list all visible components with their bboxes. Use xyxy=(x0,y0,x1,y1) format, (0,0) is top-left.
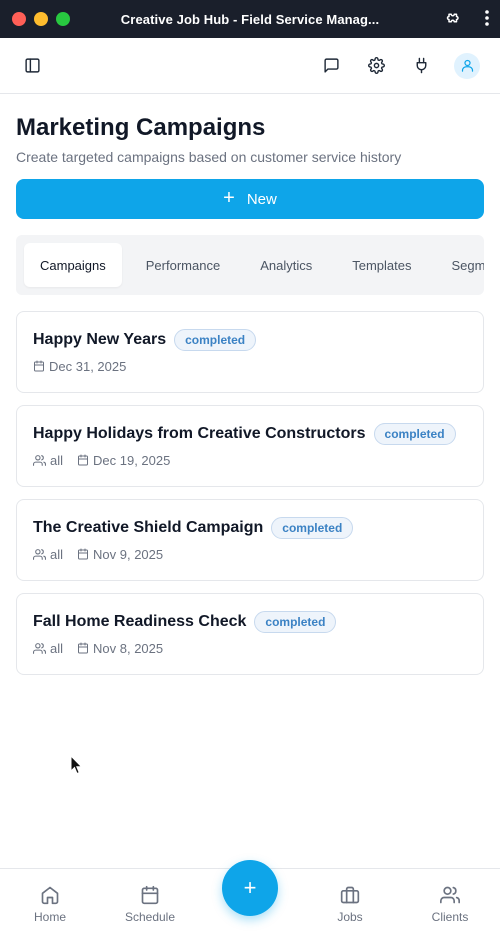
mouse-cursor-icon xyxy=(70,755,83,775)
tab-analytics[interactable]: Analytics xyxy=(244,243,328,287)
tab-campaigns[interactable]: Campaigns xyxy=(24,243,122,287)
campaign-card[interactable]: Happy Holidays from Creative Constructor… xyxy=(16,405,484,487)
briefcase-icon xyxy=(340,886,360,904)
campaign-date: Nov 8, 2025 xyxy=(93,640,164,656)
close-window-button[interactable] xyxy=(12,12,26,26)
extension-icon[interactable] xyxy=(446,9,464,27)
page-subtitle: Create targeted campaigns based on custo… xyxy=(16,149,402,165)
window-controls xyxy=(12,12,70,26)
users-icon xyxy=(33,642,46,654)
app-window: Creative Job Hub - Field Service Manag..… xyxy=(0,0,500,941)
maximize-window-button[interactable] xyxy=(56,12,70,26)
campaign-title: Fall Home Readiness Check xyxy=(33,613,247,630)
campaign-tabs: Campaigns Performance Analytics Template… xyxy=(16,235,484,295)
nav-schedule-label: Schedule xyxy=(124,910,176,924)
user-avatar-icon[interactable] xyxy=(454,52,480,79)
app-toolbar xyxy=(0,38,500,94)
settings-gear-icon[interactable] xyxy=(364,54,388,78)
nav-jobs[interactable]: Jobs xyxy=(300,869,400,941)
new-button-label: New xyxy=(246,190,277,208)
calendar-icon xyxy=(78,642,89,654)
campaign-audience: all xyxy=(50,640,64,656)
nav-home[interactable]: Home xyxy=(0,869,100,941)
campaign-card[interactable]: The Creative Shield Campaign completed a… xyxy=(16,499,484,581)
calendar-icon xyxy=(34,360,44,372)
campaign-audience: all xyxy=(50,452,64,468)
campaign-date: Dec 19, 2025 xyxy=(93,452,171,468)
tab-templates[interactable]: Templates xyxy=(336,243,427,287)
calendar-icon xyxy=(78,548,89,560)
home-icon xyxy=(41,886,59,905)
window-titlebar: Creative Job Hub - Field Service Manag..… xyxy=(0,0,500,38)
status-badge: completed xyxy=(174,329,257,351)
calendar-icon xyxy=(78,454,89,466)
minimize-window-button[interactable] xyxy=(34,12,48,26)
nav-clients[interactable]: Clients xyxy=(400,869,500,941)
campaign-card[interactable]: Happy New Years completed Dec 31, 2025 xyxy=(16,311,484,393)
users-icon xyxy=(33,548,46,560)
nav-clients-label: Clients xyxy=(431,910,469,924)
plug-icon[interactable] xyxy=(409,54,433,78)
page-title: Marketing Campaigns xyxy=(16,114,266,141)
users-icon xyxy=(440,886,460,904)
nav-jobs-label: Jobs xyxy=(337,910,363,924)
campaign-list: Happy New Years completed Dec 31, 2025 H… xyxy=(16,311,484,675)
fab-add-button[interactable]: + xyxy=(222,860,278,916)
main-content: Marketing Campaigns Create targeted camp… xyxy=(0,94,500,675)
tab-segments[interactable]: Segm xyxy=(435,243,484,287)
calendar-icon xyxy=(141,885,159,905)
campaign-date: Dec 31, 2025 xyxy=(49,358,127,374)
campaign-title: Happy New Years xyxy=(33,331,167,348)
campaign-title: The Creative Shield Campaign xyxy=(33,519,264,536)
sidebar-toggle-icon[interactable] xyxy=(20,54,44,78)
campaign-card[interactable]: Fall Home Readiness Check completed all … xyxy=(16,593,484,675)
status-badge: completed xyxy=(254,611,337,633)
status-badge: completed xyxy=(271,517,354,539)
messages-icon[interactable] xyxy=(319,54,343,78)
new-campaign-button[interactable]: + New xyxy=(16,179,484,219)
plus-icon: + xyxy=(223,187,235,209)
campaign-title: Happy Holidays from Creative Constructor… xyxy=(33,425,366,442)
tab-performance[interactable]: Performance xyxy=(130,243,236,287)
status-badge: completed xyxy=(373,423,456,445)
window-title: Creative Job Hub - Field Service Manag..… xyxy=(120,11,380,27)
more-vertical-icon[interactable] xyxy=(484,9,490,27)
nav-schedule[interactable]: Schedule xyxy=(100,869,200,941)
campaign-audience: all xyxy=(50,546,64,562)
nav-home-label: Home xyxy=(33,910,66,924)
campaign-date: Nov 9, 2025 xyxy=(93,546,164,562)
users-icon xyxy=(33,454,46,466)
